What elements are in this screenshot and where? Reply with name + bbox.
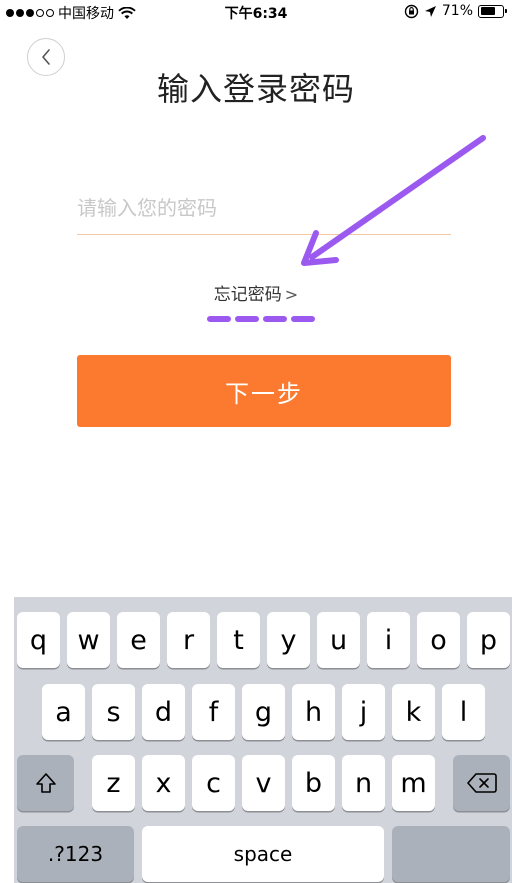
- forgot-password-label: 忘记密码: [213, 285, 282, 305]
- key-z[interactable]: z: [92, 755, 135, 811]
- key-r[interactable]: r: [167, 612, 210, 668]
- battery-icon: [478, 4, 507, 18]
- rotation-lock-icon: [404, 4, 419, 18]
- key-b[interactable]: b: [292, 755, 335, 811]
- key-t[interactable]: t: [217, 612, 260, 668]
- delete-icon: [466, 773, 497, 793]
- page-title: 输入登录密码: [156, 70, 355, 108]
- status-right: 71%: [404, 3, 507, 19]
- keyboard: q w e r t y u i o p a s d f g h j k l z …: [14, 597, 512, 883]
- key-q[interactable]: q: [17, 612, 60, 668]
- key-g[interactable]: g: [242, 684, 285, 740]
- annotation-arrow: [301, 135, 486, 266]
- key-i[interactable]: i: [367, 612, 410, 668]
- delete-key[interactable]: [453, 755, 510, 811]
- next-button[interactable]: 下一步: [77, 355, 451, 427]
- key-j[interactable]: j: [342, 684, 385, 740]
- chevron-right-icon: >: [284, 285, 299, 304]
- shift-key[interactable]: [17, 755, 74, 811]
- key-x[interactable]: x: [142, 755, 185, 811]
- key-c[interactable]: c: [192, 755, 235, 811]
- location-arrow-icon: [424, 5, 436, 17]
- space-key[interactable]: space: [142, 826, 384, 882]
- key-w[interactable]: w: [67, 612, 110, 668]
- key-y[interactable]: y: [267, 612, 310, 668]
- return-key[interactable]: [392, 826, 510, 882]
- key-s[interactable]: s: [92, 684, 135, 740]
- key-a[interactable]: a: [42, 684, 85, 740]
- battery-percent: 71%: [441, 3, 473, 19]
- key-v[interactable]: v: [242, 755, 285, 811]
- status-bar: 中国移动 下午6:34 71%: [0, 0, 512, 24]
- numbers-key[interactable]: .?123: [17, 826, 134, 882]
- shift-icon: [35, 773, 56, 793]
- key-l[interactable]: l: [442, 684, 485, 740]
- key-u[interactable]: u: [317, 612, 360, 668]
- annotation-dashed-underline: [207, 316, 319, 322]
- key-o[interactable]: o: [417, 612, 460, 668]
- key-p[interactable]: p: [467, 612, 510, 668]
- key-n[interactable]: n: [342, 755, 385, 811]
- key-d[interactable]: d: [142, 684, 185, 740]
- forgot-password-link[interactable]: 忘记密码 >: [0, 280, 512, 305]
- key-m[interactable]: m: [392, 755, 435, 811]
- key-f[interactable]: f: [192, 684, 235, 740]
- key-h[interactable]: h: [292, 684, 335, 740]
- key-k[interactable]: k: [392, 684, 435, 740]
- key-e[interactable]: e: [117, 612, 160, 668]
